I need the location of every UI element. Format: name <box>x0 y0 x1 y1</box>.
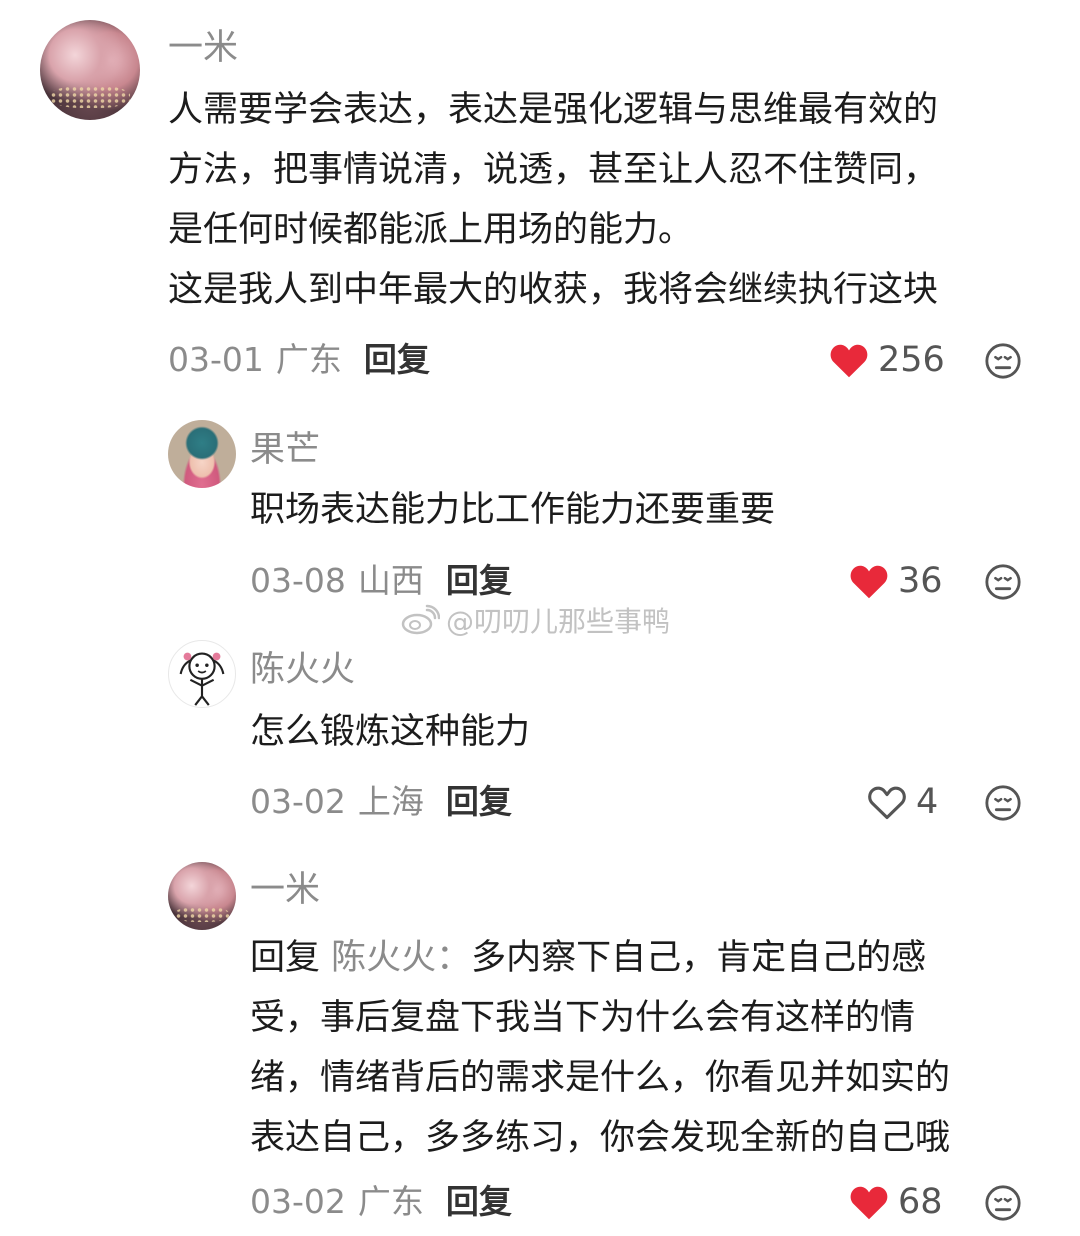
comment-text-line: 人需要学会表达，表达是强化逻辑与思维最有效的 <box>168 90 939 130</box>
comment-text-line: 怎么锻炼这种能力 <box>250 712 531 752</box>
comment-text: 人需要学会表达，表达是强化逻辑与思维最有效的 方法，把事情说清，说透，甚至让人忍… <box>168 80 938 320</box>
like-button[interactable]: 4 <box>866 780 938 824</box>
like-count: 256 <box>878 340 945 380</box>
comment-text-line: 职场表达能力比工作能力还要重要 <box>250 490 776 530</box>
neutral-face-icon[interactable] <box>984 342 1022 380</box>
comment-meta: 03-01 广东 回复 <box>168 340 430 380</box>
comment-text-line: 受，事后复盘下我当下为什么会有这样的情 <box>250 998 916 1038</box>
like-button[interactable]: 36 <box>848 559 943 603</box>
comment-text-line: 是任何时候都能派上用场的能力。 <box>168 210 694 250</box>
reply-button[interactable]: 回复 <box>446 782 512 821</box>
watermark: @叨叨儿那些事鸭 <box>400 602 670 638</box>
comment-text: 职场表达能力比工作能力还要重要 <box>250 480 775 540</box>
heart-outline-icon <box>868 786 906 820</box>
reply-prefix: 回复 <box>250 938 321 978</box>
comment-date: 03-08 <box>250 561 346 600</box>
comment-text-segment: 多内察下自己，肯定自己的感 <box>471 938 927 978</box>
like-button[interactable]: 256 <box>828 338 945 382</box>
heart-icon <box>830 344 868 378</box>
comment-region: 广东 <box>275 340 342 379</box>
neutral-face-icon[interactable] <box>984 1184 1022 1222</box>
comment-text: 怎么锻炼这种能力 <box>250 702 530 762</box>
comment-region: 山西 <box>357 561 424 600</box>
comment-region: 上海 <box>357 782 424 821</box>
comment-region: 广东 <box>357 1182 424 1221</box>
comment-username[interactable]: 一米 <box>250 870 320 910</box>
comment-meta: 03-02 广东 回复 <box>250 1182 512 1222</box>
reply-button[interactable]: 回复 <box>446 561 512 600</box>
like-count: 4 <box>916 782 939 822</box>
avatar[interactable] <box>168 862 236 930</box>
comment-username[interactable]: 一米 <box>168 28 238 68</box>
comment-text-line: 绪，情绪背后的需求是什么，你看见并如实的 <box>250 1058 951 1098</box>
neutral-face-icon[interactable] <box>984 784 1022 822</box>
like-button[interactable]: 68 <box>848 1180 943 1224</box>
neutral-face-icon[interactable] <box>984 563 1022 601</box>
heart-icon <box>850 1186 888 1220</box>
comment-date: 03-02 <box>250 1182 346 1221</box>
comment-date: 03-01 <box>168 340 264 379</box>
comment-username[interactable]: 陈火火 <box>250 650 355 690</box>
comment-text-line: 这是我人到中年最大的收获，我将会继续执行这块 <box>168 270 939 310</box>
comment-meta: 03-02 上海 回复 <box>250 782 512 822</box>
comment-text-line: 回复 陈火火：多内察下自己，肯定自己的感 <box>250 928 950 988</box>
comment-text-line: 表达自己，多多练习，你会发现全新的自己哦 <box>250 1118 951 1158</box>
reply-target-username[interactable]: 陈火火： <box>331 938 471 978</box>
comment-username[interactable]: 果芒 <box>250 430 320 470</box>
comment-text-line: 方法，把事情说清，说透，甚至让人忍不住赞同， <box>168 150 939 190</box>
comment-text: 回复 陈火火：多内察下自己，肯定自己的感 受，事后复盘下我当下为什么会有这样的情… <box>250 928 950 1168</box>
like-count: 36 <box>898 561 943 601</box>
watermark-text: @叨叨儿那些事鸭 <box>446 605 671 638</box>
like-count: 68 <box>898 1182 943 1222</box>
comment-date: 03-02 <box>250 782 346 821</box>
avatar[interactable] <box>40 20 140 120</box>
weibo-logo-icon <box>401 604 440 635</box>
heart-icon <box>850 565 888 599</box>
reply-button[interactable]: 回复 <box>446 1182 512 1221</box>
avatar[interactable] <box>168 420 236 488</box>
comment-meta: 03-08 山西 回复 <box>250 561 512 601</box>
avatar[interactable] <box>168 640 236 708</box>
reply-button[interactable]: 回复 <box>364 340 430 379</box>
